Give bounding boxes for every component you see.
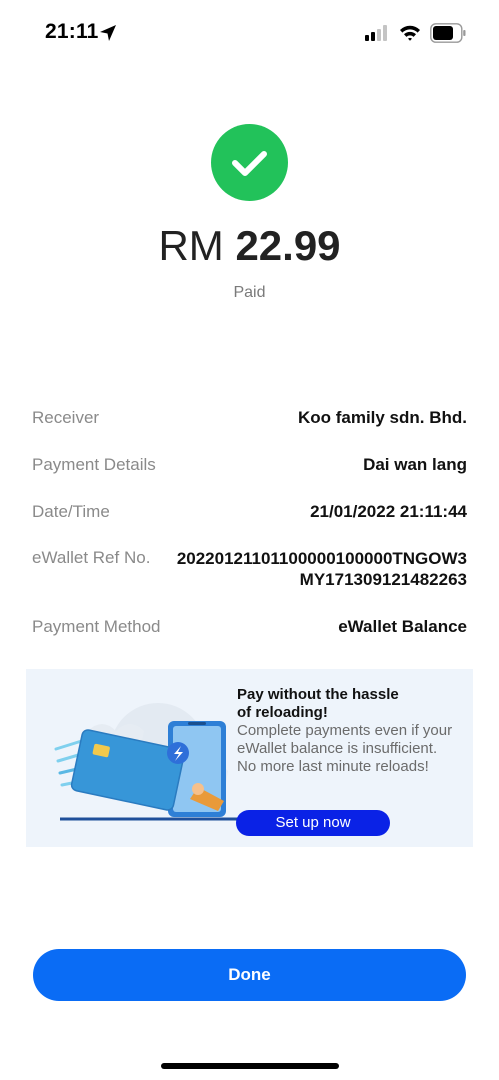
detail-row-payment-method: Payment Method eWallet Balance	[32, 617, 467, 641]
battery-icon	[430, 23, 466, 43]
promo-title-line2: of reloading!	[237, 704, 328, 721]
setup-now-button[interactable]: Set up now	[236, 810, 390, 836]
detail-row-ewallet-ref: eWallet Ref No. 20220121101100000100000T…	[32, 548, 467, 594]
payment-details-value: Dai wan lang	[363, 455, 467, 474]
location-arrow-icon	[100, 25, 116, 41]
promo-description: Complete payments even if your eWallet b…	[237, 722, 467, 776]
datetime-label: Date/Time	[32, 502, 110, 521]
home-indicator[interactable]	[161, 1063, 339, 1069]
promo-desc-line2: eWallet balance is insufficient.	[237, 740, 438, 757]
status-time: 21:11	[45, 20, 99, 43]
receiver-value: Koo family sdn. Bhd.	[297, 408, 467, 427]
wifi-icon	[400, 25, 420, 41]
detail-row-receiver: Receiver Koo family sdn. Bhd.	[32, 408, 467, 432]
status-bar: 21:11	[0, 0, 499, 60]
promo-title-line1: Pay without the hassle	[237, 686, 399, 703]
receiver-label: Receiver	[32, 408, 100, 427]
promo-banner[interactable]: Pay without the hassle of reloading! Com…	[26, 669, 473, 847]
checkmark-icon	[232, 151, 267, 176]
done-button[interactable]: Done	[33, 949, 466, 1001]
ewallet-ref-value-line1: 20220121101100000100000TNGOW3	[176, 549, 467, 568]
ewallet-ref-value: 20220121101100000100000TNGOW3 MY17130912…	[167, 548, 467, 590]
amount-value: 22.99	[235, 222, 341, 269]
payment-status: Paid	[233, 284, 266, 301]
ewallet-ref-value-line2: MY171309121482263	[299, 570, 467, 589]
promo-desc-line3: No more last minute reloads!	[237, 758, 429, 775]
payment-method-value: eWallet Balance	[338, 617, 467, 636]
check-circle-icon	[211, 124, 288, 201]
detail-row-datetime: Date/Time 21/01/2022 21:11:44	[32, 502, 467, 526]
cellular-signal-icon	[365, 25, 387, 41]
promo-title: Pay without the hassle of reloading!	[237, 686, 462, 722]
amount-currency: RM	[158, 222, 224, 269]
payment-amount: RM 22.99	[0, 222, 499, 270]
promo-desc-line1: Complete payments even if your	[237, 722, 453, 739]
detail-row-payment-details: Payment Details Dai wan lang	[32, 455, 467, 479]
ewallet-ref-label: eWallet Ref No.	[32, 548, 151, 567]
card-payment-illustration	[54, 703, 242, 821]
payment-details-label: Payment Details	[32, 455, 156, 474]
datetime-value: 21/01/2022 21:11:44	[310, 502, 467, 521]
payment-method-label: Payment Method	[32, 617, 161, 636]
